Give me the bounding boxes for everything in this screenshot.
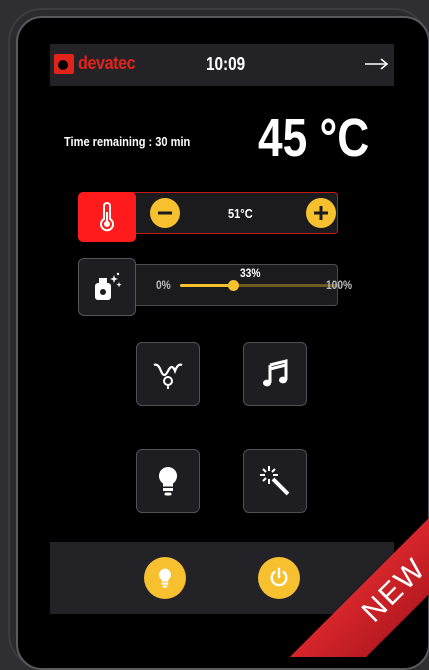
plus-icon — [314, 206, 328, 220]
time-remaining: Time remaining : 30 min — [64, 134, 191, 149]
screen: devatec 10:09 Time remaining : 30 min 45… — [50, 44, 394, 614]
music-note-icon — [263, 359, 288, 387]
devatec-logo-icon — [54, 54, 74, 74]
temperature-control — [106, 192, 338, 234]
light-toggle-button[interactable] — [144, 557, 186, 599]
fragrance-bottle-icon[interactable] — [78, 258, 136, 316]
effects-button[interactable] — [243, 449, 307, 513]
slider-fill — [180, 284, 233, 287]
thermometer-icon[interactable] — [78, 192, 136, 242]
aroma-slider[interactable] — [180, 280, 340, 291]
current-temperature: 45 °C — [258, 108, 370, 168]
temperature-setpoint: 51°C — [228, 206, 253, 221]
slider-max-label: 100% — [326, 278, 353, 292]
light-button[interactable] — [136, 449, 200, 513]
minus-button[interactable] — [150, 198, 180, 228]
massage-button[interactable] — [136, 342, 200, 406]
slider-thumb[interactable] — [227, 280, 239, 291]
plus-button[interactable] — [306, 198, 336, 228]
clock: 10:09 — [206, 54, 246, 74]
music-button[interactable] — [243, 342, 307, 406]
light-bulb-icon — [158, 568, 172, 588]
bottom-bar — [50, 542, 394, 614]
power-button[interactable] — [258, 557, 300, 599]
magic-wand-icon — [260, 466, 290, 496]
power-icon — [270, 567, 288, 587]
arrow-right-icon[interactable] — [364, 54, 390, 74]
brand-name: devatec — [78, 53, 136, 73]
light-bulb-icon — [158, 466, 178, 496]
minus-icon — [158, 211, 172, 215]
slider-min-label: 0% — [156, 278, 171, 292]
top-bar: devatec 10:09 — [50, 44, 394, 86]
slider-value: 33% — [240, 266, 261, 280]
massage-icon — [153, 363, 183, 389]
